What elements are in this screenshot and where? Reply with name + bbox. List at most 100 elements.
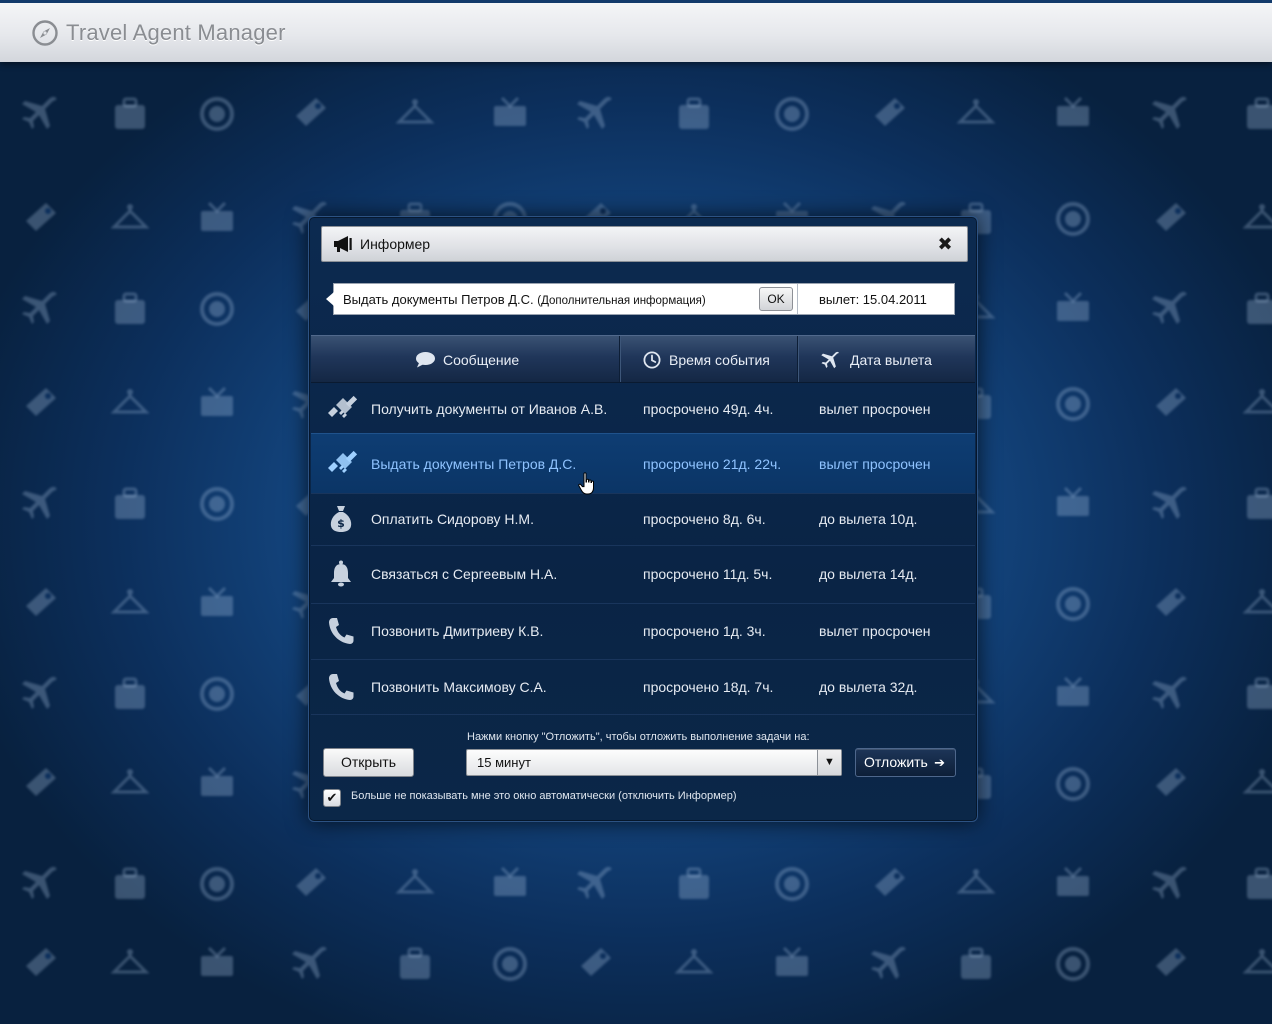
table-row[interactable]: $ Оплатить Сидорову Н.М. просрочено 8д. 6ч… xyxy=(311,492,975,546)
background-travel-icon xyxy=(1051,287,1095,331)
airplane-icon xyxy=(821,351,839,369)
dont-show-label: Больше не показывать мне это окно автома… xyxy=(351,790,737,802)
background-travel-icon xyxy=(1148,582,1192,626)
task-message: Позвонить Дмитриеву К.В. xyxy=(371,623,544,639)
informer-dialog: Информер ✖ Выдать документы Петров Д.С. … xyxy=(308,216,978,822)
dont-show-checkbox[interactable]: ✔ xyxy=(323,789,341,807)
column-header-departure[interactable]: Дата вылета xyxy=(798,336,975,382)
task-event-time: просрочено 21д. 22ч. xyxy=(643,456,782,472)
background-travel-icon xyxy=(1051,197,1095,241)
background-travel-icon xyxy=(18,582,62,626)
table-row[interactable]: Получить документы от Иванов А.В. просроч… xyxy=(311,384,975,434)
background-travel-icon xyxy=(1148,862,1192,906)
active-task-divider xyxy=(797,284,798,314)
background-travel-icon xyxy=(18,287,62,331)
table-row[interactable]: Позвонить Максимову С.А. просрочено 18д. … xyxy=(311,659,975,715)
background-travel-icon xyxy=(195,942,239,986)
background-travel-icon xyxy=(195,482,239,526)
postpone-duration-select[interactable]: 15 минут ▼ xyxy=(466,749,842,776)
app-title-bar: Travel Agent Manager xyxy=(0,0,1272,62)
postpone-duration-value: 15 минут xyxy=(477,755,531,770)
background-travel-icon xyxy=(195,862,239,906)
background-travel-icon xyxy=(672,942,716,986)
task-departure: до вылета 32д. xyxy=(819,679,918,695)
dialog-header: Информер ✖ xyxy=(321,226,968,262)
background-travel-icon xyxy=(18,197,62,241)
hand-cursor-icon xyxy=(578,472,594,495)
column-label-departure: Дата вылета xyxy=(850,352,932,368)
column-label-message: Сообщение xyxy=(443,352,520,368)
open-button[interactable]: Открыть xyxy=(323,748,414,777)
background-travel-icon xyxy=(1148,762,1192,806)
background-travel-icon xyxy=(18,382,62,426)
background-travel-icon xyxy=(108,942,152,986)
speech-bubble-icon xyxy=(416,352,435,368)
background-travel-icon xyxy=(488,942,532,986)
background-travel-icon xyxy=(672,862,716,906)
background-travel-icon xyxy=(1240,482,1272,526)
background-travel-icon xyxy=(1240,672,1272,716)
background-travel-icon xyxy=(18,92,62,136)
background-travel-icon xyxy=(108,582,152,626)
background-travel-icon xyxy=(195,672,239,716)
task-event-time: просрочено 8д. 6ч. xyxy=(643,511,766,527)
background-travel-icon xyxy=(108,287,152,331)
background-travel-icon xyxy=(1240,582,1272,626)
close-icon: ✖ xyxy=(937,234,953,254)
background-travel-icon xyxy=(1051,672,1095,716)
background-travel-icon xyxy=(288,942,332,986)
background-travel-icon xyxy=(108,482,152,526)
background-travel-icon xyxy=(18,942,62,986)
background-travel-icon xyxy=(867,862,911,906)
background-travel-icon xyxy=(954,942,998,986)
background-travel-icon xyxy=(108,762,152,806)
background-travel-icon xyxy=(770,942,814,986)
table-row[interactable]: Позвонить Дмитриеву К.В. просрочено 1д. 3… xyxy=(311,603,975,660)
column-header-event-time[interactable]: Время события xyxy=(620,336,797,382)
background-travel-icon xyxy=(573,942,617,986)
background-travel-icon xyxy=(18,862,62,906)
postpone-hint: Нажми кнопку "Отложить", чтобы отложить … xyxy=(467,731,810,743)
task-event-time: просрочено 11д. 5ч. xyxy=(643,566,773,582)
close-button[interactable]: ✖ xyxy=(935,234,955,254)
background-travel-icon xyxy=(573,92,617,136)
task-event-time: просрочено 18д. 7ч. xyxy=(643,679,774,695)
column-label-event-time: Время события xyxy=(669,352,770,368)
task-departure: вылет просрочен xyxy=(819,456,931,472)
phone-icon xyxy=(325,615,357,647)
chevron-down-icon[interactable]: ▼ xyxy=(817,750,841,775)
task-message: Связаться с Сергеевым Н.А. xyxy=(371,566,558,582)
background-travel-icon xyxy=(195,197,239,241)
background-travel-icon xyxy=(1240,92,1272,136)
background-travel-icon xyxy=(195,382,239,426)
background-travel-icon xyxy=(867,942,911,986)
background-travel-icon xyxy=(1148,287,1192,331)
active-task-message: Выдать документы Петров Д.С. (Дополнител… xyxy=(343,292,706,307)
background-travel-icon xyxy=(195,92,239,136)
background-travel-icon xyxy=(867,92,911,136)
background-travel-icon xyxy=(1240,942,1272,986)
postpone-button[interactable]: Отложить ➔ xyxy=(855,748,956,777)
background-travel-icon xyxy=(108,197,152,241)
ok-button[interactable]: OK xyxy=(759,287,793,311)
task-event-time: просрочено 49д. 4ч. xyxy=(643,401,774,417)
phone-icon xyxy=(325,671,357,703)
background-travel-icon xyxy=(393,92,437,136)
background-travel-icon xyxy=(770,862,814,906)
postpone-button-label: Отложить xyxy=(864,754,928,770)
table-row[interactable]: Выдать документы Петров Д.С. просрочено 2… xyxy=(311,433,975,494)
background-travel-icon xyxy=(1051,942,1095,986)
background-travel-icon xyxy=(18,762,62,806)
checkmark-icon: ✔ xyxy=(326,790,338,805)
background-travel-icon xyxy=(1240,862,1272,906)
background-travel-icon xyxy=(1051,382,1095,426)
task-message: Позвонить Максимову С.А. xyxy=(371,679,547,695)
money-bag-icon: $ xyxy=(325,503,357,535)
background-travel-icon xyxy=(672,92,716,136)
additional-info-link[interactable]: (Дополнительная информация) xyxy=(537,295,705,307)
svg-text:$: $ xyxy=(337,517,345,530)
table-row[interactable]: Связаться с Сергеевым Н.А. просрочено 11д… xyxy=(311,545,975,604)
task-event-time: просрочено 1д. 3ч. xyxy=(643,623,766,639)
column-header-message[interactable]: Сообщение xyxy=(311,336,619,382)
background-travel-icon xyxy=(954,92,998,136)
